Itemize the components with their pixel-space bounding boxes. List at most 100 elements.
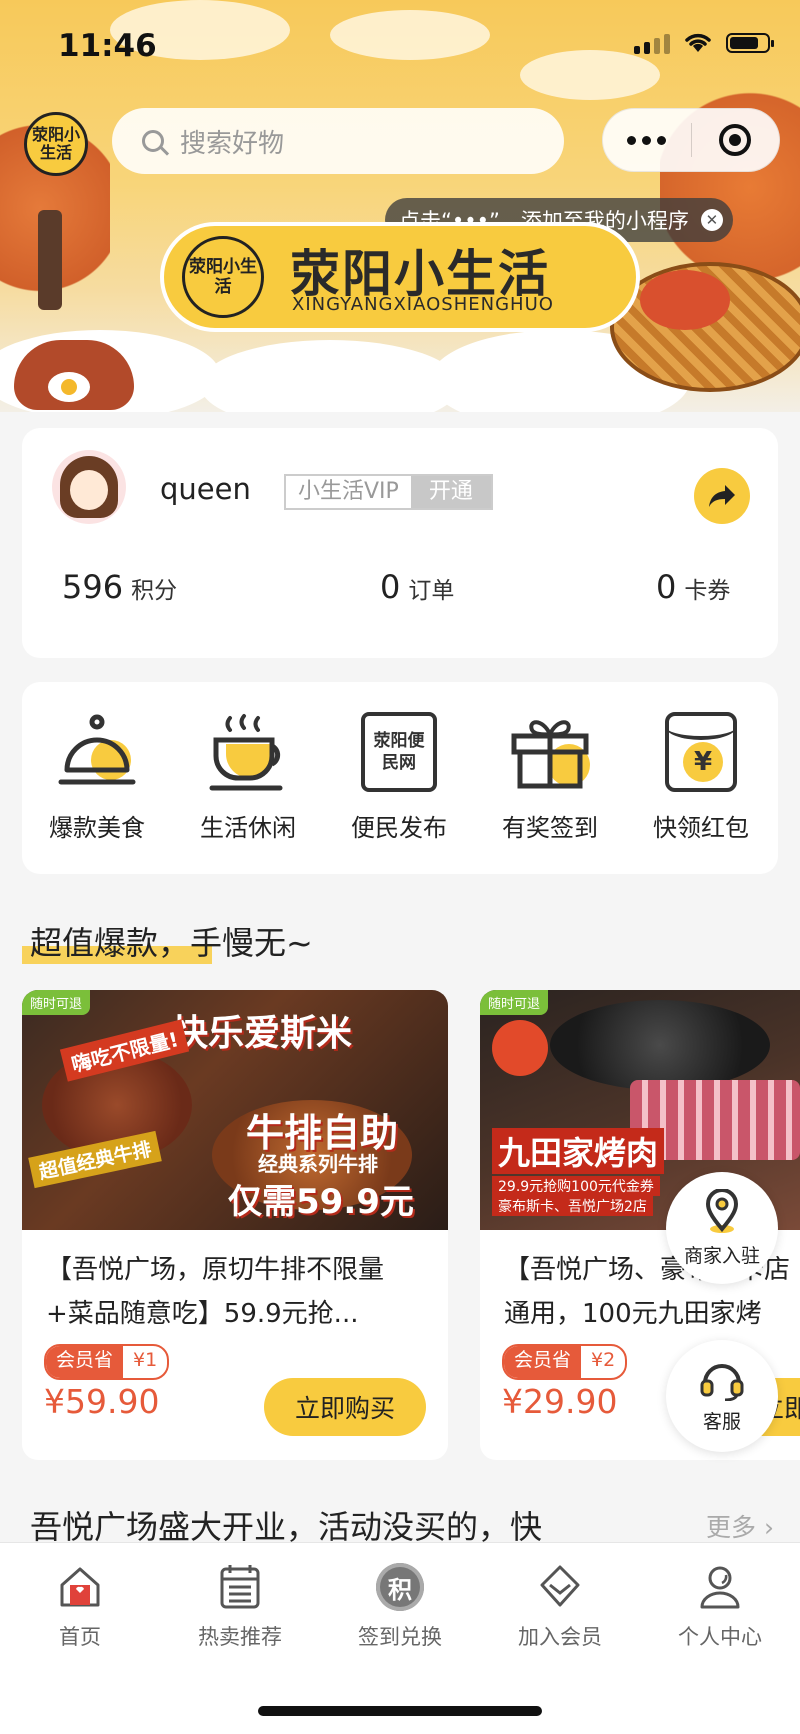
tab-member[interactable]: 加入会员 bbox=[480, 1563, 640, 1651]
status-icons bbox=[634, 32, 774, 54]
gift-icon bbox=[508, 710, 592, 794]
coupons-label: 卡券 bbox=[684, 578, 731, 604]
product-card[interactable]: 快乐爱斯米 嗨吃不限量! 牛排自助 经典系列牛排 仅需59.9元 超值经典牛排 … bbox=[22, 990, 448, 1460]
app-logo[interactable]: 荥阳小生活 bbox=[24, 112, 88, 176]
more-label: 更多 bbox=[706, 1513, 757, 1542]
headset-icon bbox=[700, 1363, 744, 1401]
points-icon: 积 bbox=[376, 1563, 424, 1611]
tab-label: 加入会员 bbox=[518, 1625, 602, 1649]
section-title: 超值爆款，手慢无~ bbox=[30, 924, 313, 962]
points-label: 积分 bbox=[131, 578, 178, 604]
more-link[interactable]: 更多 › bbox=[706, 1508, 774, 1544]
orders-value: 0 bbox=[380, 568, 401, 606]
menu-item-leisure[interactable]: 生活休闲 bbox=[173, 710, 323, 843]
member-discount-badge: 会员省 ¥2 bbox=[502, 1344, 628, 1380]
menu-label: 生活休闲 bbox=[200, 814, 296, 842]
product-price: ¥29.90 bbox=[502, 1382, 618, 1421]
share-button[interactable] bbox=[694, 468, 750, 524]
crab-image bbox=[640, 270, 730, 330]
member-label: 会员省 bbox=[46, 1346, 124, 1378]
target-icon bbox=[719, 124, 752, 156]
tree-trunk-decoration bbox=[38, 210, 62, 310]
customer-service-label: 客服 bbox=[702, 1410, 741, 1433]
product-image-line1: 29.9元抢购100元代金券 bbox=[492, 1176, 660, 1196]
tab-label: 个人中心 bbox=[678, 1625, 762, 1649]
tab-hot[interactable]: 热卖推荐 bbox=[160, 1563, 320, 1651]
person-icon bbox=[696, 1563, 744, 1611]
list-board-icon bbox=[216, 1563, 264, 1611]
miniprogram-capsule bbox=[602, 108, 780, 172]
points-stat[interactable]: 596 积分 bbox=[62, 568, 177, 606]
coupons-stat[interactable]: 0 卡券 bbox=[656, 568, 730, 606]
orders-stat[interactable]: 0 订单 bbox=[380, 568, 454, 606]
menu-label: 便民发布 bbox=[351, 814, 447, 842]
brand-stamp bbox=[492, 1020, 548, 1076]
grill-image bbox=[550, 1000, 770, 1090]
vip-badge[interactable]: 小生活VIP 开通 bbox=[284, 474, 493, 510]
brand-logo: 荥阳小生活 bbox=[182, 236, 264, 318]
location-pin-icon bbox=[705, 1188, 739, 1233]
brand-subtitle: XINGYANGXIAOSHENGHUO bbox=[292, 294, 554, 315]
yuan-symbol: ¥ bbox=[683, 742, 723, 782]
product-name: 【吾悦广场，原切牛排不限量+菜品随意吃】59.9元抢... bbox=[46, 1255, 385, 1329]
search-placeholder: 搜索好物 bbox=[180, 128, 285, 159]
tab-home[interactable]: 首页 bbox=[0, 1563, 160, 1651]
diamond-icon bbox=[536, 1563, 584, 1611]
customer-service-button[interactable]: 客服 bbox=[666, 1340, 778, 1452]
merchant-join-button[interactable]: 商家入驻 bbox=[666, 1172, 778, 1284]
search-input[interactable]: 搜索好物 bbox=[112, 108, 564, 174]
points-value: 596 bbox=[62, 568, 124, 606]
vip-label: 小生活VIP bbox=[298, 479, 399, 504]
product-image-title: 九田家烤肉 bbox=[492, 1128, 665, 1174]
home-indicator[interactable] bbox=[258, 1706, 542, 1716]
orders-label: 订单 bbox=[408, 578, 455, 604]
battery-icon bbox=[726, 33, 774, 53]
share-arrow-icon bbox=[709, 485, 735, 507]
member-save: ¥2 bbox=[591, 1349, 616, 1371]
refund-tag: 随时可退 bbox=[480, 990, 549, 1015]
menu-label: 快领红包 bbox=[653, 814, 749, 842]
avatar[interactable] bbox=[52, 450, 126, 524]
egg-image bbox=[48, 372, 90, 402]
buy-now-button[interactable]: 立即购买 bbox=[264, 1378, 426, 1436]
product-image-title: 快乐爱斯米 bbox=[172, 1013, 353, 1054]
tab-label: 首页 bbox=[59, 1625, 101, 1649]
cloud-decoration bbox=[330, 10, 490, 60]
member-save: ¥1 bbox=[133, 1349, 158, 1371]
member-discount-badge: 会员省 ¥1 bbox=[44, 1344, 170, 1380]
menu-item-convenience[interactable]: 荥阳便民网 便民发布 bbox=[324, 710, 474, 843]
menu-item-redpacket[interactable]: ¥ 快领红包 bbox=[626, 710, 776, 843]
food-cloche-icon bbox=[55, 710, 139, 794]
more-menu-icon[interactable] bbox=[603, 135, 691, 145]
menu-item-checkin[interactable]: 有奖签到 bbox=[475, 710, 625, 843]
chevron-right-icon: › bbox=[756, 1513, 774, 1542]
search-icon bbox=[142, 130, 164, 152]
close-miniprogram-button[interactable] bbox=[692, 124, 780, 156]
product-image-line2: 豪布斯卡、吾悦广场2店 bbox=[492, 1196, 653, 1216]
product-price: ¥59.90 bbox=[44, 1382, 160, 1421]
menu-label: 有奖签到 bbox=[502, 814, 598, 842]
product-image: 快乐爱斯米 嗨吃不限量! 牛排自助 经典系列牛排 仅需59.9元 超值经典牛排 … bbox=[22, 990, 448, 1230]
vip-open-button[interactable]: 开通 bbox=[410, 476, 491, 508]
refund-tag: 随时可退 bbox=[22, 990, 91, 1015]
status-time: 11:46 bbox=[58, 28, 157, 64]
member-label: 会员省 bbox=[504, 1346, 582, 1378]
tab-label: 热卖推荐 bbox=[198, 1625, 282, 1649]
close-icon[interactable]: ✕ bbox=[700, 209, 723, 231]
cloud-decoration bbox=[200, 340, 460, 412]
cloud-decoration bbox=[520, 50, 660, 100]
username: queen bbox=[160, 472, 251, 506]
wifi-icon bbox=[685, 33, 711, 52]
menu-label: 爆款美食 bbox=[49, 814, 145, 842]
merchant-join-label: 商家入驻 bbox=[683, 1244, 760, 1267]
convenience-board-text: 荥阳便民网 bbox=[361, 712, 437, 792]
points-icon-text: 积 bbox=[376, 1563, 424, 1611]
coffee-cup-icon bbox=[206, 710, 290, 794]
product-image-line2: 经典系列牛排 bbox=[258, 1152, 378, 1176]
product-image-line3: 仅需59.9元 bbox=[228, 1182, 414, 1222]
tab-checkin[interactable]: 积 签到兑换 bbox=[320, 1563, 480, 1651]
tab-profile[interactable]: 个人中心 bbox=[640, 1563, 800, 1651]
tab-label: 签到兑换 bbox=[358, 1625, 442, 1649]
coupons-value: 0 bbox=[656, 568, 677, 606]
menu-item-food[interactable]: 爆款美食 bbox=[22, 710, 172, 843]
